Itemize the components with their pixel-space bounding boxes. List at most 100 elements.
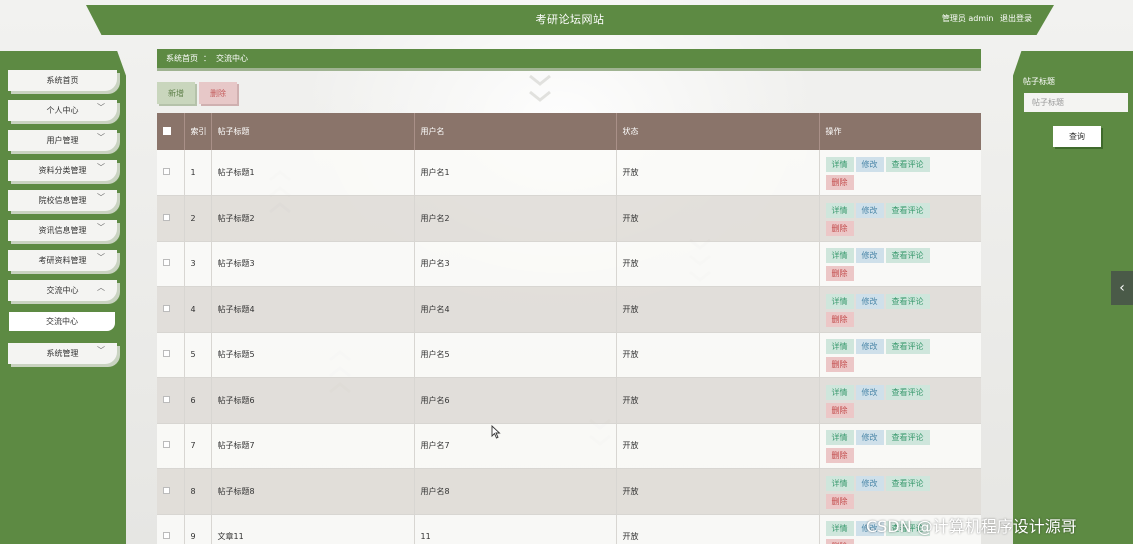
table-row: 3 帖子标题3 用户名3 开放 详情 修改 查看评论 删除 xyxy=(157,241,981,287)
detail-button[interactable]: 详情 xyxy=(825,430,854,446)
row-checkbox[interactable] xyxy=(163,486,170,494)
row-checkbox[interactable] xyxy=(163,395,170,403)
title-header: 帖子标题 xyxy=(211,113,415,150)
row-index: 7 xyxy=(184,423,212,469)
row-title: 帖子标题4 xyxy=(211,286,415,333)
view-comments-button[interactable]: 查看评论 xyxy=(885,157,930,172)
delete-button[interactable]: 删除 xyxy=(825,493,854,509)
row-status: 开放 xyxy=(616,332,820,378)
logout-link[interactable]: 退出登录 xyxy=(1000,14,1032,23)
username-header: 用户名 xyxy=(414,113,617,150)
sidebar-item-exchange-center[interactable]: 交流中心 ︿ xyxy=(8,280,117,301)
row-username: 用户名5 xyxy=(414,332,617,378)
view-comments-button[interactable]: 查看评论 xyxy=(885,475,930,491)
row-status: 开放 xyxy=(616,423,820,469)
collapse-panel-button[interactable]: ‹ xyxy=(1111,271,1133,305)
detail-button[interactable]: 详情 xyxy=(825,248,854,264)
row-title: 帖子标题1 xyxy=(211,150,415,196)
detail-button[interactable]: 详情 xyxy=(825,157,854,172)
chevron-down-icon: ﹀ xyxy=(97,223,105,232)
status-header: 状态 xyxy=(616,113,820,150)
view-comments-button[interactable]: 查看评论 xyxy=(885,384,930,400)
top-header-bar: 考研论坛网站 管理员 admin 退出登录 xyxy=(86,5,1054,35)
row-ops: 详情修改查看评论删除 xyxy=(819,468,981,515)
sidebar-item-label: 交流中心 xyxy=(46,286,79,295)
breadcrumb-home[interactable]: 系统首页 xyxy=(166,53,198,64)
detail-button[interactable]: 详情 xyxy=(825,521,854,537)
search-button[interactable]: 查询 xyxy=(1053,126,1101,147)
row-index: 9 xyxy=(184,514,212,544)
row-status: 开放 xyxy=(616,514,820,544)
row-checkbox[interactable] xyxy=(163,259,170,267)
row-status: 开放 xyxy=(616,195,820,242)
site-title: 考研论坛网站 xyxy=(535,13,605,26)
row-title: 帖子标题3 xyxy=(211,241,415,287)
delete-button[interactable]: 删除 xyxy=(825,175,854,190)
edit-button[interactable]: 修改 xyxy=(855,202,884,218)
row-title: 文章11 xyxy=(211,514,415,544)
batch-delete-button[interactable]: 删除 xyxy=(199,82,237,104)
select-all-checkbox[interactable] xyxy=(163,126,171,135)
sidebar-item-label: 系统首页 xyxy=(46,76,79,85)
sidebar-item-exam-materials[interactable]: 考研资料管理 ﹀ xyxy=(8,250,117,271)
delete-button[interactable]: 删除 xyxy=(825,448,854,464)
detail-button[interactable]: 详情 xyxy=(825,339,854,355)
delete-button[interactable]: 删除 xyxy=(825,402,854,418)
sidebar-item-personal-center[interactable]: 个人中心 ﹀ xyxy=(8,100,117,121)
search-label: 帖子标题 xyxy=(1023,77,1055,86)
detail-button[interactable]: 详情 xyxy=(825,384,854,400)
row-ops: 详情修改查看评论删除 xyxy=(819,241,981,287)
edit-button[interactable]: 修改 xyxy=(855,248,884,264)
edit-button[interactable]: 修改 xyxy=(855,339,884,355)
row-checkbox[interactable] xyxy=(163,350,170,358)
edit-button[interactable]: 修改 xyxy=(855,384,884,400)
delete-button[interactable]: 删除 xyxy=(825,311,854,327)
view-comments-button[interactable]: 查看评论 xyxy=(885,202,930,218)
chevron-down-icon: ﹀ xyxy=(97,253,105,262)
row-checkbox[interactable] xyxy=(163,213,170,221)
detail-button[interactable]: 详情 xyxy=(825,475,854,491)
row-username: 用户名1 xyxy=(414,150,617,196)
chevron-down-icon: ﹀ xyxy=(97,133,105,142)
row-checkbox[interactable] xyxy=(163,441,170,449)
add-button[interactable]: 新增 xyxy=(157,82,195,104)
edit-button[interactable]: 修改 xyxy=(855,293,884,309)
detail-button[interactable]: 详情 xyxy=(825,202,854,218)
view-comments-button[interactable]: 查看评论 xyxy=(885,339,930,355)
delete-button[interactable]: 删除 xyxy=(825,266,854,282)
row-title: 帖子标题5 xyxy=(211,332,415,378)
select-all-header xyxy=(157,113,185,150)
row-checkbox[interactable] xyxy=(163,532,170,540)
view-comments-button[interactable]: 查看评论 xyxy=(885,293,930,309)
row-select-cell xyxy=(157,195,185,242)
row-index: 3 xyxy=(184,241,212,287)
view-comments-button[interactable]: 查看评论 xyxy=(885,248,930,264)
edit-button[interactable]: 修改 xyxy=(855,430,884,446)
post-title-search-input[interactable] xyxy=(1024,93,1128,112)
sidebar-item-home[interactable]: 系统首页 xyxy=(8,70,117,91)
delete-button[interactable]: 删除 xyxy=(825,357,854,373)
user-info: 管理员 admin 退出登录 xyxy=(938,13,1032,24)
delete-button[interactable]: 删除 xyxy=(825,539,854,544)
sidebar-item-system-management[interactable]: 系统管理 ﹀ xyxy=(8,343,117,364)
table-body: 1 帖子标题1 用户名1 开放 详情 修改 查看评论 删除 2 帖子标题2 用户名2 开放 详情 修改 查看… xyxy=(157,150,981,544)
view-comments-button[interactable]: 查看评论 xyxy=(885,430,930,446)
row-title: 帖子标题6 xyxy=(211,377,415,424)
row-select-cell xyxy=(157,286,185,333)
detail-button[interactable]: 详情 xyxy=(825,293,854,309)
sidebar-item-material-category[interactable]: 资料分类管理 ﹀ xyxy=(8,160,117,181)
row-checkbox[interactable] xyxy=(163,168,170,175)
row-checkbox[interactable] xyxy=(163,304,170,312)
sidebar-item-school-info[interactable]: 院校信息管理 ﹀ xyxy=(8,190,117,211)
row-username: 用户名8 xyxy=(414,468,617,515)
sidebar-item-user-management[interactable]: 用户管理 ﹀ xyxy=(8,130,117,151)
breadcrumb-current: 交流中心 xyxy=(216,54,248,63)
delete-button[interactable]: 删除 xyxy=(825,220,854,236)
sidebar-subitem-exchange-center[interactable]: 交流中心 xyxy=(9,312,115,331)
sidebar-item-news-info[interactable]: 资讯信息管理 ﹀ xyxy=(8,220,117,241)
edit-button[interactable]: 修改 xyxy=(855,157,884,172)
row-ops: 详情修改查看评论删除 xyxy=(819,377,981,424)
row-title: 帖子标题8 xyxy=(211,468,415,515)
table-row: 4 帖子标题4 用户名4 开放 详情 修改 查看评论 删除 xyxy=(157,286,981,333)
edit-button[interactable]: 修改 xyxy=(855,475,884,491)
